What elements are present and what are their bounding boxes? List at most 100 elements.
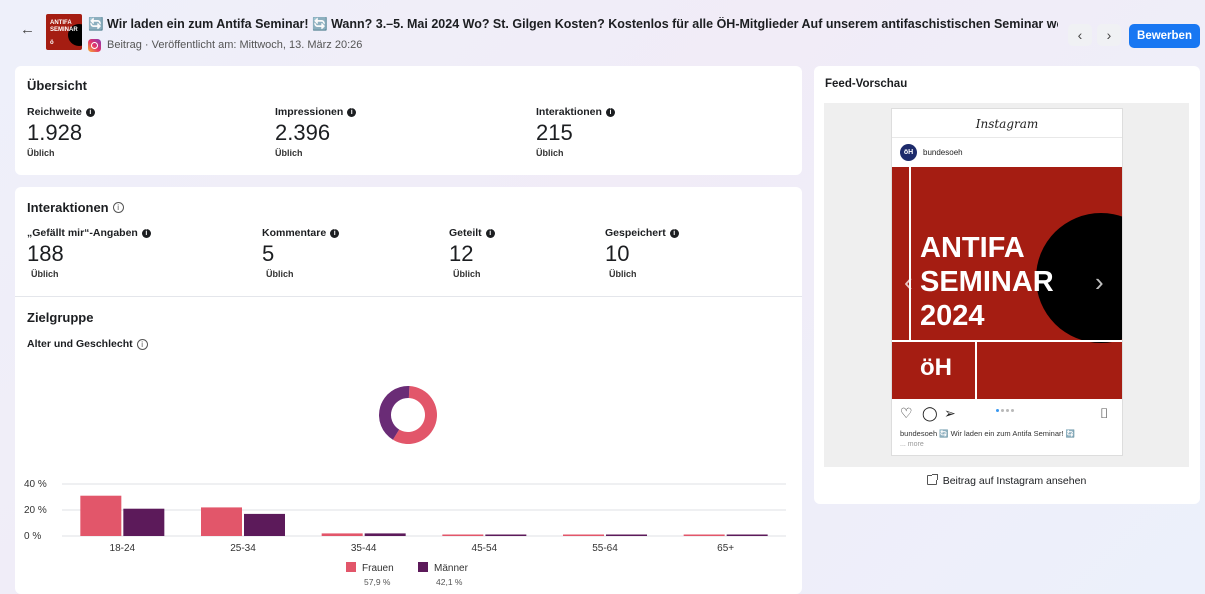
bar-frauen-25-34 <box>201 507 242 536</box>
legend-swatch-frauen <box>346 562 356 572</box>
view-on-instagram-link[interactable]: Beitrag auf Instagram ansehen <box>824 470 1189 492</box>
stat-value: 2.396 <box>275 120 331 145</box>
legend-label: Männer <box>434 563 468 574</box>
x-tick-label: 35-44 <box>351 543 377 554</box>
stat-label: Reichweite <box>27 106 82 118</box>
stat-label: Interaktionen <box>536 106 602 118</box>
stat-value: 1.928 <box>27 120 83 145</box>
legend-pct-maenner: 42,1 % <box>436 577 463 587</box>
bar-männer-55-64 <box>606 534 647 536</box>
bar-männer-35-44 <box>364 533 406 536</box>
legend-pct-frauen: 57,9 % <box>364 577 391 587</box>
thumbnail-text-1: ANTIFA <box>50 20 72 26</box>
account-avatar: ӧH <box>900 144 917 161</box>
stat-label: Impressionen <box>275 106 344 118</box>
bar-männer-65+ <box>726 534 768 536</box>
stat-saves: Gespeichert i 10 Üblich <box>605 227 679 279</box>
next-post-button[interactable]: › <box>1097 24 1121 46</box>
overview-card: Übersicht Reichweite i 1.928 Üblich Impre… <box>15 66 802 175</box>
y-tick-label: 0 % <box>24 531 41 542</box>
info-icon[interactable]: i <box>669 228 679 238</box>
stat-value: 10 <box>605 241 630 266</box>
x-tick-label: 45-54 <box>472 543 498 554</box>
thumbnail-text-2: SEMINAR <box>50 27 78 33</box>
stat-benchmark: Üblich <box>536 148 564 158</box>
stat-label: Kommentare <box>262 227 327 239</box>
promote-button[interactable]: Bewerben <box>1129 24 1200 48</box>
bar-frauen-35-44 <box>321 533 363 536</box>
y-tick-label: 40 % <box>24 479 47 490</box>
carousel-dots <box>996 409 1016 412</box>
post-actions: ♡ ◯ ➢ ⌷ <box>900 405 1115 421</box>
previous-post-button[interactable]: ‹ <box>1068 24 1092 46</box>
post-title: 🔄 Wir laden ein zum Antifa Seminar! 🔄 Wa… <box>88 17 1058 31</box>
instagram-icon <box>88 38 101 52</box>
gender-donut-chart <box>379 386 437 444</box>
post-header: ← ANTIFA SEMINAR ö 🔄 Wir laden ein zum A… <box>0 0 1205 58</box>
bar-frauen-55-64 <box>563 534 604 536</box>
post-image-logo: ӧH <box>920 354 952 381</box>
interactions-title: Interaktionen i <box>27 200 124 215</box>
stat-benchmark: Üblich <box>275 148 303 158</box>
post-thumbnail: ANTIFA SEMINAR ö <box>46 14 82 50</box>
audience-subtitle-text: Alter und Geschlecht <box>27 338 133 350</box>
stat-benchmark: Üblich <box>27 148 55 158</box>
share-icon[interactable]: ➢ <box>944 405 956 421</box>
donut-slice-männer <box>379 386 410 440</box>
instagram-logo: Instagram <box>975 117 1039 131</box>
legend-label: Frauen <box>362 563 394 574</box>
age-gender-bar-chart: 40 % 20 % 0 % 18-24 25-34 35-44 45-54 55-64 65+ <box>24 479 786 554</box>
stat-label: „Gefällt mir“-Angaben <box>27 227 138 239</box>
legend-maenner[interactable]: Männer <box>418 562 468 574</box>
comment-icon[interactable]: ◯ <box>922 405 938 421</box>
legend-frauen[interactable]: Frauen <box>346 562 394 574</box>
stat-benchmark: Üblich <box>453 269 481 279</box>
interactions-title-text: Interaktionen <box>27 200 109 215</box>
audience-title: Zielgruppe <box>27 310 94 325</box>
section-divider <box>15 296 802 297</box>
bar-frauen-65+ <box>683 534 725 536</box>
info-icon[interactable]: i <box>347 107 357 117</box>
carousel-prev-icon[interactable]: ‹ <box>904 267 913 298</box>
x-tick-label: 55-64 <box>592 543 618 554</box>
bar-frauen-45-54 <box>442 534 484 536</box>
thumbnail-logo: ö <box>50 40 54 46</box>
post-meta: Beitrag · Veröffentlicht am: Mittwoch, 1… <box>88 37 362 53</box>
stat-label: Gespeichert <box>605 227 666 239</box>
audience-subtitle: Alter und Geschlecht i <box>27 338 148 350</box>
stat-comments: Kommentare i 5 Üblich <box>262 227 340 279</box>
account-name: bundesoeh <box>923 148 963 157</box>
info-icon[interactable]: i <box>141 228 151 238</box>
bar-männer-45-54 <box>485 534 527 536</box>
info-icon[interactable]: i <box>330 228 340 238</box>
stat-value: 188 <box>27 241 64 266</box>
stat-value: 215 <box>536 120 573 145</box>
legend-swatch-maenner <box>418 562 428 572</box>
stat-label: Geteilt <box>449 227 482 239</box>
stat-reach: Reichweite i 1.928 Üblich <box>27 106 95 158</box>
back-arrow-icon[interactable]: ← <box>20 22 36 38</box>
heart-icon[interactable]: ♡ <box>900 405 913 421</box>
info-icon[interactable]: i <box>605 107 615 117</box>
overview-title: Übersicht <box>27 78 87 93</box>
bookmark-icon[interactable]: ⌷ <box>1100 405 1108 421</box>
stat-interactions: Interaktionen i 215 Üblich <box>536 106 615 158</box>
post-published-date: Beitrag · Veröffentlicht am: Mittwoch, 1… <box>107 39 363 51</box>
post-caption: bundesoeh 🔄 Wir laden ein zum Antifa Sem… <box>900 429 1076 438</box>
instagram-post-preview: Instagram ӧH bundesoeh ANTIFA SEMINAR 20… <box>891 108 1123 456</box>
info-icon[interactable]: i <box>112 202 124 213</box>
info-icon[interactable]: i <box>136 338 148 350</box>
stat-value: 5 <box>262 241 275 266</box>
stat-benchmark: Üblich <box>31 269 59 279</box>
view-on-instagram-label: Beitrag auf Instagram ansehen <box>942 475 1087 487</box>
x-tick-label: 25-34 <box>230 543 256 554</box>
bar-männer-18-24 <box>123 508 165 536</box>
caption-more-link[interactable]: ... more <box>900 441 924 448</box>
carousel-next-icon[interactable]: › <box>1095 267 1104 298</box>
stat-impressions: Impressionen i 2.396 Üblich <box>275 106 357 158</box>
bar-männer-25-34 <box>244 513 285 536</box>
x-tick-label: 65+ <box>717 543 734 554</box>
info-icon[interactable]: i <box>485 228 495 238</box>
info-icon[interactable]: i <box>85 107 95 117</box>
stat-value: 12 <box>449 241 474 266</box>
